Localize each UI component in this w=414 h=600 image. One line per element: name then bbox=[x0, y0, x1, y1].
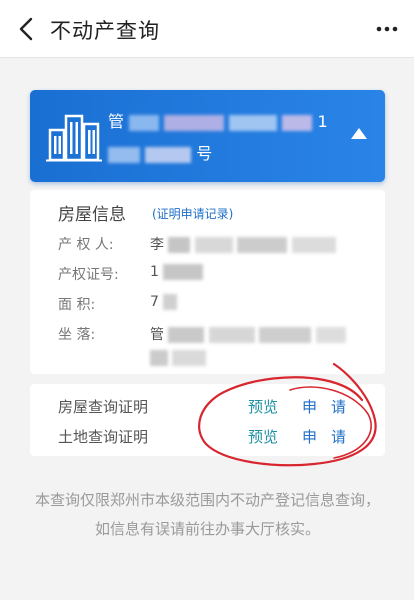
apply-button[interactable]: 申请 bbox=[302, 396, 360, 417]
info-label: 坐 落: bbox=[58, 327, 96, 343]
application-record-link[interactable]: (证明申请记录) bbox=[152, 205, 233, 222]
property-name-prefix: 管 bbox=[108, 112, 125, 131]
property-card[interactable]: 管 1 号 bbox=[30, 90, 385, 182]
info-label: 面 积: bbox=[58, 297, 96, 313]
cert-row-land: 土地查询证明 预览 申请 bbox=[30, 422, 385, 450]
property-address-suffix: 号 bbox=[196, 144, 213, 163]
property-name-suffix: 1 bbox=[317, 112, 328, 131]
info-row-location-cont bbox=[150, 350, 207, 366]
info-value: 7 bbox=[150, 294, 178, 310]
cert-row-house: 房屋查询证明 预览 申请 bbox=[30, 392, 385, 420]
more-dots-icon[interactable] bbox=[374, 16, 400, 42]
property-name-line1: 管 1 bbox=[108, 108, 328, 132]
redacted-block bbox=[145, 146, 192, 163]
cert-label: 土地查询证明 bbox=[58, 428, 149, 446]
page-title: 不动产查询 bbox=[50, 19, 160, 43]
preview-button[interactable]: 预览 bbox=[248, 426, 278, 447]
redacted-block bbox=[164, 114, 225, 131]
certificates-card: 房屋查询证明 预览 申请 土地查询证明 预览 申请 bbox=[30, 384, 385, 456]
redacted-block bbox=[229, 114, 278, 131]
triangle-up-icon[interactable] bbox=[349, 124, 369, 144]
building-icon bbox=[46, 114, 102, 162]
chevron-left-icon[interactable] bbox=[12, 14, 42, 44]
info-value: 李 bbox=[150, 234, 336, 254]
house-info-heading: 房屋信息 bbox=[58, 205, 126, 225]
apply-button[interactable]: 申请 bbox=[302, 426, 360, 447]
info-value: 管 bbox=[150, 324, 346, 344]
notice-text: 本查询仅限郑州市本级范围内不动产登记信息查询，如信息有误请前往办事大厅核实。 bbox=[34, 491, 380, 538]
info-label: 产 权 人: bbox=[58, 237, 114, 253]
property-name-line2: 号 bbox=[108, 140, 212, 164]
cert-label: 房屋查询证明 bbox=[58, 398, 149, 416]
nav-bar: 不动产查询 bbox=[0, 0, 414, 58]
info-value: 1 bbox=[150, 264, 204, 280]
info-label: 产权证号: bbox=[58, 267, 119, 283]
redacted-block bbox=[108, 146, 140, 163]
house-info-card: 房屋信息 (证明申请记录) 产 权 人: 李 产权证号: 1 面 积: 7 坐 … bbox=[30, 190, 385, 374]
redacted-block bbox=[129, 114, 160, 131]
preview-button[interactable]: 预览 bbox=[248, 396, 278, 417]
redacted-block bbox=[282, 114, 313, 131]
